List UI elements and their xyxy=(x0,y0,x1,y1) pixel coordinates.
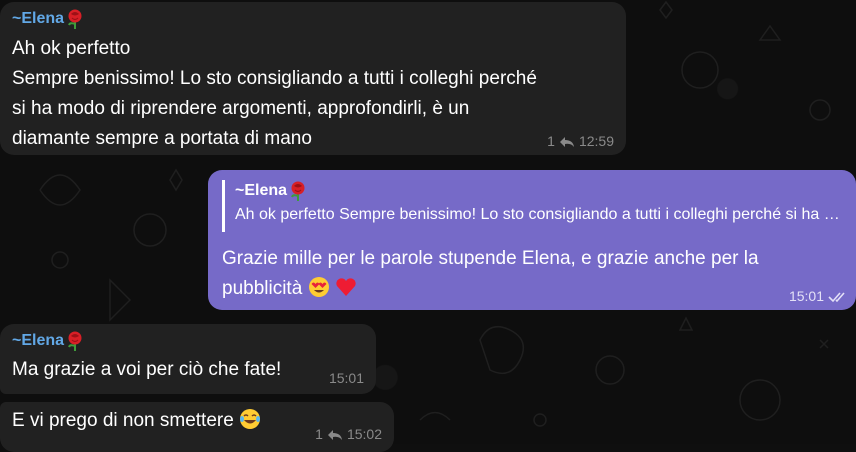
message-meta: 1 12:59 xyxy=(547,133,614,149)
message-meta: 15:01 xyxy=(789,288,848,304)
message-text: Grazie mille per le parole stupende Elen… xyxy=(222,244,842,304)
double-check-icon xyxy=(828,290,848,303)
message-time: 12:59 xyxy=(578,133,614,149)
quote-text: Ah ok perfetto Sempre benissimo! Lo sto … xyxy=(235,206,845,223)
reply-icon[interactable] xyxy=(327,428,343,440)
sender-name-label: ~Elena xyxy=(12,332,65,349)
message-time: 15:02 xyxy=(346,426,382,442)
message-text-content: E vi prego di non smettere xyxy=(12,410,234,431)
message-time: 15:01 xyxy=(328,370,364,386)
red-heart-emoji xyxy=(335,276,357,298)
quote-sender-label: ~Elena xyxy=(235,182,288,199)
message-text-line2: pubblicità xyxy=(222,278,303,299)
reply-icon[interactable] xyxy=(559,135,575,147)
rose-icon xyxy=(65,8,85,30)
message-bubble-outgoing[interactable]: ~Elena Ah ok perfetto Sempre benissimo! … xyxy=(208,170,856,310)
heart-eyes-emoji xyxy=(308,276,330,298)
reply-quote[interactable]: ~Elena Ah ok perfetto Sempre benissimo! … xyxy=(222,180,845,232)
rose-icon xyxy=(288,180,308,202)
message-text: Ma grazie a voi per ciò che fate! xyxy=(12,359,282,380)
message-meta: 15:01 xyxy=(329,370,364,386)
reply-count: 1 xyxy=(315,426,323,442)
joy-emoji xyxy=(239,408,261,430)
message-bubble-incoming[interactable]: ~Elena Ma grazie a voi per ciò che fate!… xyxy=(0,324,376,394)
sender-name[interactable]: ~Elena xyxy=(12,330,364,352)
message-text-line1: Grazie mille per le parole stupende Elen… xyxy=(222,248,759,269)
quote-sender: ~Elena xyxy=(235,180,842,202)
sender-name-label: ~Elena xyxy=(12,10,65,27)
message-bubble-incoming[interactable]: ~Elena Ah ok perfetto Sempre benissimo! … xyxy=(0,2,626,155)
message-text: Ah ok perfetto Sempre benissimo! Lo sto … xyxy=(12,38,537,149)
message-bubble-incoming[interactable]: E vi prego di non smettere 1 15:02 xyxy=(0,402,394,452)
rose-icon xyxy=(65,330,85,352)
reply-count: 1 xyxy=(547,133,555,149)
sender-name[interactable]: ~Elena xyxy=(12,8,614,30)
message-time: 15:01 xyxy=(788,288,824,304)
message-meta: 1 15:02 xyxy=(315,426,382,442)
